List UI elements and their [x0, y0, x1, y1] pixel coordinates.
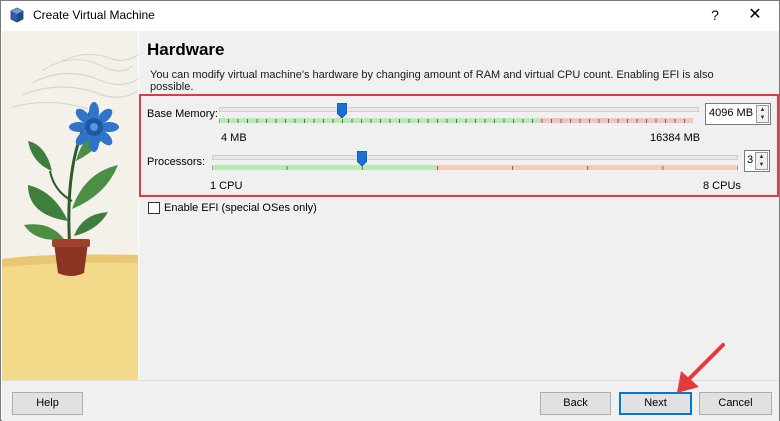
- memory-slider-ticks: [219, 119, 685, 123]
- memory-value: 4096 MB: [709, 107, 754, 119]
- title-bar: Create Virtual Machine ? ✕: [1, 1, 779, 30]
- cpu-slider-track: [212, 155, 738, 160]
- memory-slider-thumb[interactable]: [337, 103, 347, 118]
- base-memory-label: Base Memory:: [147, 108, 218, 120]
- memory-min-label: 4 MB: [221, 132, 247, 144]
- memory-spin-buttons[interactable]: ▲ ▼: [756, 105, 769, 123]
- plant-pot-illustration: [2, 31, 138, 380]
- enable-efi-label[interactable]: Enable EFI (special OSes only): [164, 202, 317, 214]
- cpu-slider-thumb[interactable]: [357, 151, 367, 166]
- memory-spin-down-icon[interactable]: ▼: [757, 114, 768, 122]
- processors-label: Processors:: [147, 156, 206, 168]
- processors-slider[interactable]: [212, 149, 738, 175]
- create-vm-dialog: Create Virtual Machine ? ✕ Hardware You …: [0, 0, 780, 421]
- cpu-max-label: 8 CPUs: [703, 180, 741, 192]
- virtualbox-cube-icon: [10, 7, 24, 23]
- close-button[interactable]: ✕: [743, 4, 767, 26]
- page-description: You can modify virtual machine's hardwar…: [150, 69, 714, 93]
- dialog-footer: Help Back Next Cancel: [2, 380, 779, 421]
- red-arrow-icon: [677, 343, 725, 393]
- memory-slider-track: [219, 107, 699, 112]
- page-title: Hardware: [147, 40, 225, 59]
- help-title-button[interactable]: ?: [704, 5, 726, 25]
- enable-efi-checkbox[interactable]: [148, 202, 160, 214]
- processors-spin-up-icon[interactable]: ▲: [756, 153, 767, 161]
- help-button[interactable]: Help: [12, 392, 83, 415]
- cpu-slider-ticks: [212, 166, 738, 170]
- back-button[interactable]: Back: [540, 392, 611, 415]
- cpu-min-label: 1 CPU: [210, 180, 243, 192]
- hardware-page: Hardware You can modify virtual machine'…: [139, 31, 779, 380]
- memory-spinbox[interactable]: 4096 MB ▲ ▼: [705, 103, 771, 125]
- processors-spinbox[interactable]: 3 ▲ ▼: [744, 150, 770, 172]
- processors-spin-down-icon[interactable]: ▼: [756, 161, 767, 169]
- memory-max-label: 16384 MB: [650, 132, 701, 144]
- processors-value: 3: [747, 154, 754, 166]
- processors-spin-buttons[interactable]: ▲ ▼: [755, 152, 768, 170]
- window-title: Create Virtual Machine: [33, 8, 155, 22]
- base-memory-slider[interactable]: [219, 103, 699, 129]
- memory-spin-up-icon[interactable]: ▲: [757, 106, 768, 114]
